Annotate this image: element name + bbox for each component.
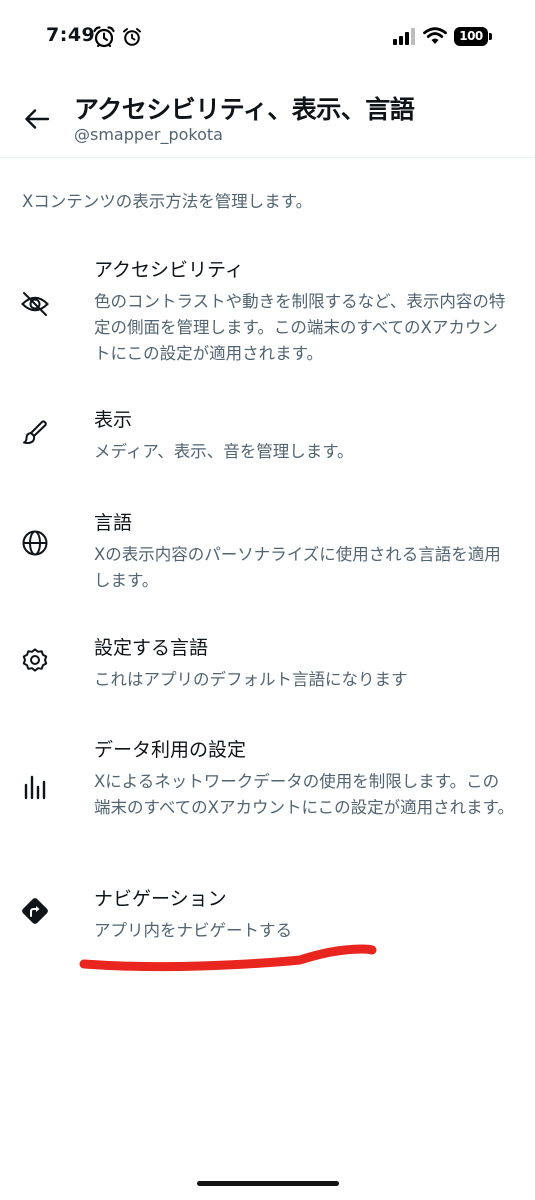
menu-item-navigation[interactable]: ナビゲーション アプリ内をナビゲートする bbox=[0, 884, 535, 944]
menu-item-title: アクセシビリティ bbox=[94, 259, 244, 281]
header: アクセシビリティ、表示、言語 @smapper_pokota bbox=[0, 76, 535, 158]
eye-slash-icon bbox=[18, 287, 52, 321]
home-indicator bbox=[197, 1181, 339, 1186]
account-handle: @smapper_pokota bbox=[74, 125, 223, 144]
menu-item-app-language[interactable]: 設定する言語 これはアプリのデフォルト言語になります bbox=[0, 633, 535, 693]
red-underline-annotation bbox=[79, 944, 377, 972]
menu-item-title: ナビゲーション bbox=[94, 888, 227, 910]
menu-item-title: 表示 bbox=[94, 409, 133, 431]
status-time: 7:49 bbox=[46, 24, 96, 46]
menu-item-description: Xによるネットワークデータの使用を制限します。この端末のすべてのXアカウントにこ… bbox=[94, 772, 515, 817]
status-bar: 7:49 100 bbox=[0, 0, 535, 76]
brush-icon bbox=[18, 415, 52, 449]
menu-item-accessibility[interactable]: アクセシビリティ 色のコントラストや動きを制限するなど、表示内容の特定の側面を管… bbox=[0, 255, 535, 365]
back-arrow-icon bbox=[25, 109, 50, 129]
menu-item-description: アプリ内をナビゲートする bbox=[94, 921, 292, 940]
menu-item-languages[interactable]: 言語 Xの表示内容のパーソナライズに使用される言語を適用します。 bbox=[0, 508, 535, 592]
page-title: アクセシビリティ、表示、言語 bbox=[74, 95, 415, 124]
battery-indicator: 100 bbox=[454, 27, 488, 46]
menu-item-display[interactable]: 表示 メディア、表示、音を管理します。 bbox=[0, 405, 535, 465]
menu-item-description: 色のコントラストや動きを制限するなど、表示内容の特定の側面を管理します。この端末… bbox=[94, 292, 506, 363]
wifi-icon bbox=[423, 27, 447, 49]
settings-screen: 7:49 100 アクセシビリティ、表示、言語 @smapper_pokota … bbox=[0, 0, 535, 1200]
globe-icon bbox=[18, 526, 52, 560]
menu-item-title: データ利用の設定 bbox=[94, 739, 247, 761]
menu-item-description: メディア、表示、音を管理します。 bbox=[94, 442, 354, 461]
battery-tip bbox=[489, 33, 492, 40]
bar-chart-icon bbox=[18, 769, 52, 803]
back-button[interactable] bbox=[20, 102, 54, 136]
alarm-clock-icon bbox=[92, 26, 116, 52]
menu-item-title: 設定する言語 bbox=[94, 637, 209, 659]
menu-item-title: 言語 bbox=[94, 512, 133, 534]
section-description: Xコンテンツの表示方法を管理します。 bbox=[22, 192, 313, 211]
gear-icon bbox=[18, 643, 52, 677]
directions-icon bbox=[18, 894, 52, 928]
menu-item-data-usage[interactable]: データ利用の設定 Xによるネットワークデータの使用を制限します。この端末のすべて… bbox=[0, 735, 535, 845]
menu-item-description: これはアプリのデフォルト言語になります bbox=[94, 670, 408, 689]
menu-item-description: Xの表示内容のパーソナライズに使用される言語を適用します。 bbox=[94, 545, 501, 590]
cellular-signal-icon bbox=[393, 28, 417, 49]
alarm-icon bbox=[122, 27, 142, 51]
